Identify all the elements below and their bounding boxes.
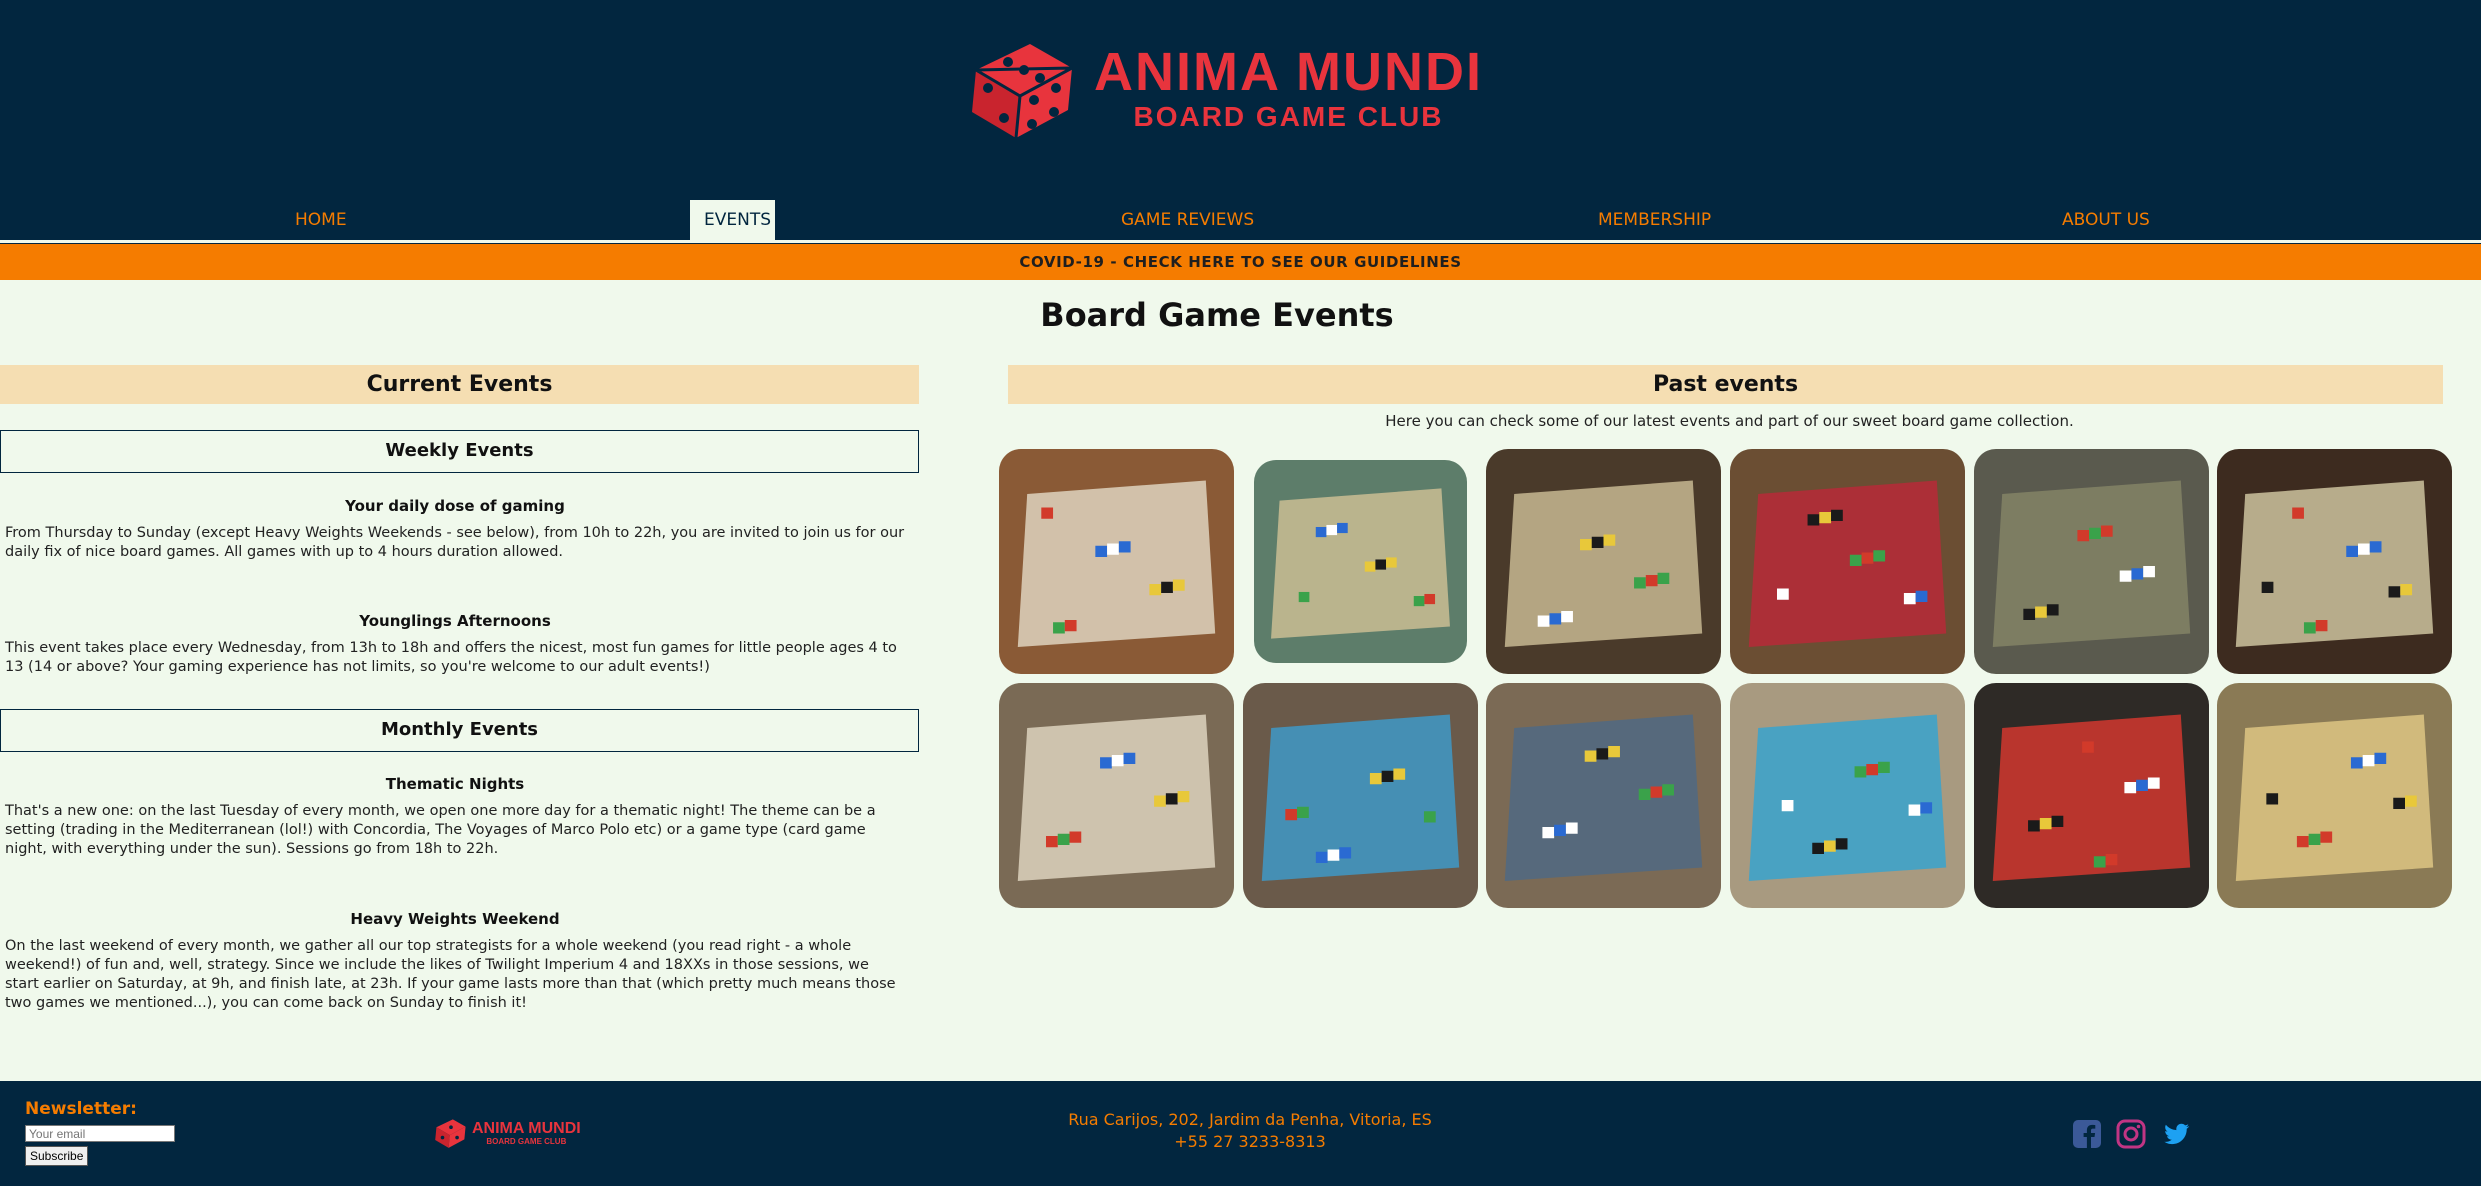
logo-subtitle: BOARD GAME CLUB [1133, 101, 1444, 132]
photo-train-pieces[interactable] [1730, 683, 1965, 908]
photo-map-board[interactable] [1486, 449, 1721, 674]
event-description: On the last weekend of every month, we g… [5, 938, 896, 1011]
photo-dark-board[interactable] [1974, 449, 2209, 674]
nav-home[interactable]: HOME [295, 200, 347, 241]
nav-game-reviews[interactable]: GAME REVIEWS [1121, 200, 1254, 241]
event-title: Younglings Afternoons [359, 612, 551, 630]
photo-colorful-board[interactable] [2217, 449, 2452, 674]
page-title: Board Game Events [1040, 296, 1394, 334]
nav-membership[interactable]: MEMBERSHIP [1598, 200, 1711, 241]
photo-big-board-room[interactable] [1486, 683, 1721, 908]
event-description: That's a new one: on the last Tuesday of… [5, 803, 876, 857]
event-description: From Thursday to Sunday (except Heavy We… [5, 525, 905, 560]
event-title: Heavy Weights Weekend [350, 910, 560, 928]
monthly-events-heading: Monthly Events [0, 709, 919, 752]
instagram-link[interactable] [2116, 1119, 2146, 1149]
logo-title: ANIMA MUNDI [1094, 42, 1483, 102]
covid-banner-link[interactable]: COVID-19 - CHECK HERE TO SEE OUR GUIDELI… [0, 244, 2481, 280]
phone-text: +55 27 3233-8313 [1174, 1132, 1326, 1151]
event-title: Thematic Nights [385, 775, 525, 793]
newsletter-label: Newsletter: [25, 1099, 137, 1119]
footer-logo-title: ANIMA MUNDI [472, 1119, 581, 1137]
dice-logo-icon [435, 1119, 466, 1148]
facebook-link[interactable] [2072, 1119, 2102, 1149]
photo-game-pieces-blur[interactable] [1254, 460, 1467, 663]
subscribe-button[interactable]: Subscribe [25, 1146, 89, 1166]
photo-dice-meeples[interactable] [1974, 683, 2209, 908]
twitter-icon [2164, 1123, 2190, 1145]
nav-events[interactable]: EVENTS [690, 200, 775, 241]
past-events-heading: Past events [1008, 365, 2443, 404]
twitter-link[interactable] [2161, 1119, 2191, 1149]
site-header: ANIMA MUNDI BOARD GAME CLUB HOME EVENTS … [0, 0, 2481, 244]
photo-players-cards[interactable] [999, 683, 1234, 908]
nav-divider [0, 240, 2481, 243]
photo-board-close[interactable] [2217, 683, 2452, 908]
photo-miniatures[interactable] [1730, 449, 1965, 674]
past-events-intro: Here you can check some of our latest ev… [1385, 412, 2074, 430]
photo-blur-pieces[interactable] [1243, 683, 1478, 908]
instagram-icon [2116, 1119, 2146, 1149]
address-text: Rua Carijos, 202, Jardim da Penha, Vitor… [1068, 1110, 1432, 1129]
event-description: This event takes place every Wednesday, … [5, 640, 897, 675]
contact-info: Rua Carijos, 202, Jardim da Penha, Vitor… [1050, 1109, 1450, 1153]
current-events-heading: Current Events [0, 365, 919, 404]
dice-logo-icon [970, 44, 1073, 139]
newsletter-email-input[interactable] [25, 1125, 175, 1142]
event-title: Your daily dose of gaming [345, 497, 565, 515]
photo-game-table-1[interactable] [999, 449, 1234, 674]
site-logo[interactable]: ANIMA MUNDI BOARD GAME CLUB [968, 38, 1481, 140]
nav-about-us[interactable]: ABOUT US [2062, 200, 2150, 241]
site-footer: Newsletter: Subscribe ANIMA MUNDI BOARD … [0, 1081, 2481, 1186]
facebook-icon [2073, 1120, 2101, 1148]
weekly-events-heading: Weekly Events [0, 430, 919, 473]
main-nav: HOME EVENTS GAME REVIEWS MEMBERSHIP ABOU… [0, 200, 2481, 241]
footer-logo[interactable]: ANIMA MUNDI BOARD GAME CLUB [434, 1115, 594, 1151]
footer-logo-subtitle: BOARD GAME CLUB [486, 1136, 567, 1146]
